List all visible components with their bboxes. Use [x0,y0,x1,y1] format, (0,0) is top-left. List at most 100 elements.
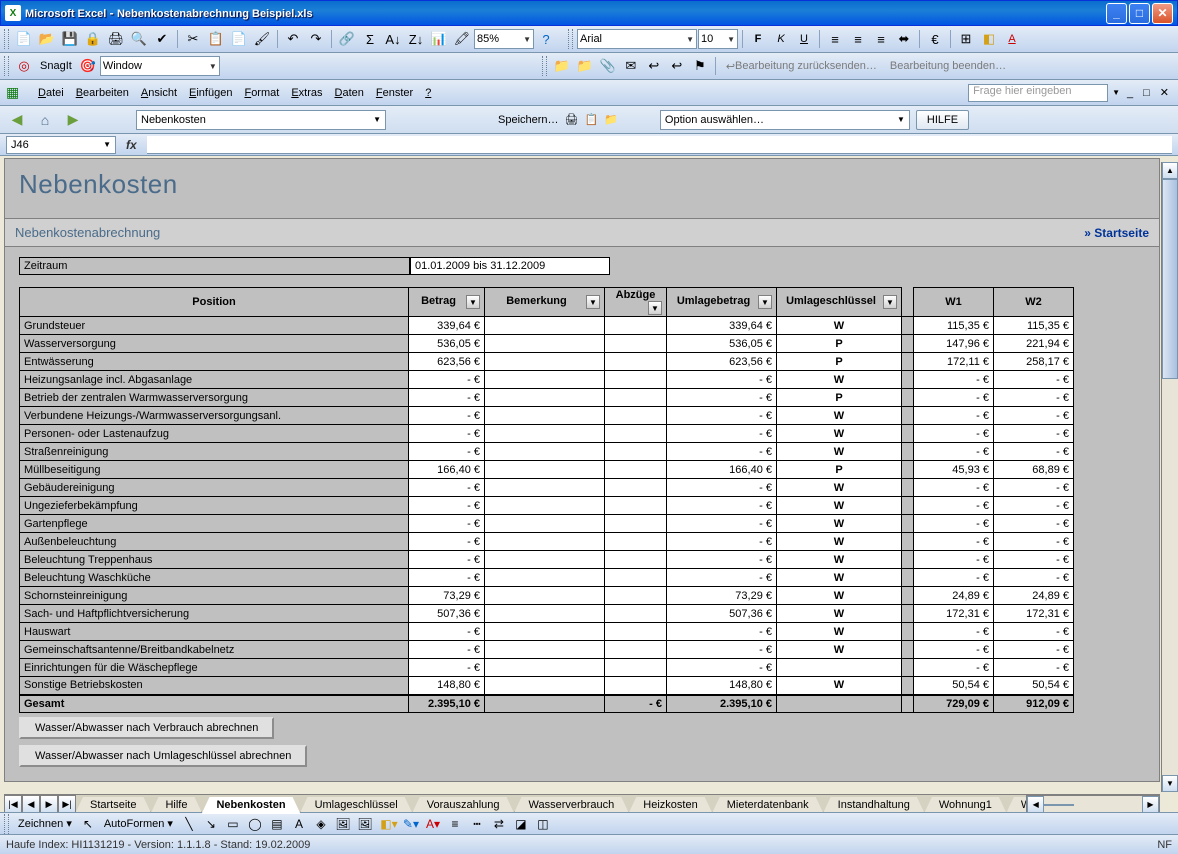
table-row[interactable]: Gartenpflege- €- €W- €- € [20,515,1074,533]
folder2-icon[interactable]: 📁 [574,55,596,77]
sheet-tab[interactable]: Nebenkosten [201,797,300,814]
spell-icon[interactable]: ✔ [151,28,173,50]
table-row[interactable]: Wasserversorgung536,05 €536,05 €P147,96 … [20,335,1074,353]
open-icon[interactable]: 📂 [36,28,58,50]
dashstyle-icon[interactable]: ┅ [467,815,487,833]
menu-format[interactable]: Format [238,85,285,101]
filter-icon[interactable]: ▼ [466,295,480,309]
table-row[interactable]: Außenbeleuchtung- €- €W- €- € [20,533,1074,551]
save-copy-icon[interactable]: 📋 [585,113,599,126]
menu-einfügen[interactable]: Einfügen [183,85,238,101]
table-row[interactable]: Schornsteinreinigung73,29 €73,29 €W24,89… [20,587,1074,605]
hscroll-thumb[interactable] [1044,804,1074,806]
filter-icon[interactable]: ▼ [586,295,600,309]
shadow-icon[interactable]: ◪ [511,815,531,833]
new-icon[interactable]: 📄 [13,28,35,50]
format-painter-icon[interactable]: 🖌 [251,28,273,50]
hscroll-right-icon[interactable]: ▶ [1142,796,1159,813]
table-row[interactable]: Ungezieferbekämpfung- €- €W- €- € [20,497,1074,515]
filter-icon[interactable]: ▼ [883,295,897,309]
menu-fenster[interactable]: Fenster [370,85,419,101]
nav-forward-button[interactable]: ▶ [62,109,84,131]
textbox-icon[interactable]: ▤ [267,815,287,833]
reply-icon[interactable]: ↩ [643,55,665,77]
align-left-icon[interactable]: ≡ [824,28,846,50]
worksheet[interactable]: Nebenkosten Nebenkostenabrechnung Starts… [4,158,1160,782]
undo-icon[interactable]: ↶ [282,28,304,50]
copy-icon[interactable]: 📋 [205,28,227,50]
doc-close-button[interactable]: ✕ [1157,86,1172,99]
wordart-icon[interactable]: A [289,815,309,833]
font-combo[interactable]: Arial▼ [577,29,697,49]
clipart-icon[interactable]: 🖼 [333,815,353,833]
snagit-icon[interactable]: ◎ [13,55,35,77]
paste-icon[interactable]: 📄 [228,28,250,50]
sort-desc-icon[interactable]: Z↓ [405,28,427,50]
menu-extras[interactable]: Extras [285,85,328,101]
select-icon[interactable]: ↖ [78,815,98,833]
fx-icon[interactable]: fx [126,138,137,152]
doc-minimize-button[interactable]: _ [1124,87,1136,99]
font-color-icon[interactable]: A [1001,28,1023,50]
review-end[interactable]: Bearbeitung beenden… [884,56,1012,76]
close-button[interactable]: ✕ [1152,3,1173,24]
col-position[interactable]: Position [20,288,409,317]
zoom-combo[interactable]: 85%▼ [474,29,534,49]
filter-icon[interactable]: ▼ [758,295,772,309]
align-center-icon[interactable]: ≡ [847,28,869,50]
sort-asc-icon[interactable]: A↓ [382,28,404,50]
print-icon[interactable]: 🖨 [105,28,127,50]
rect-icon[interactable]: ▭ [223,815,243,833]
menu-bearbeiten[interactable]: Bearbeiten [70,85,135,101]
bold-icon[interactable]: F [747,28,769,50]
col-umlagebetrag[interactable]: Umlagebetrag▼ [667,288,777,317]
table-row[interactable]: Sach- und Haftpflichtversicherung507,36 … [20,605,1074,623]
menu-ansicht[interactable]: Ansicht [135,85,183,101]
calc-by-key-button[interactable]: Wasser/Abwasser nach Umlageschlüssel abr… [19,745,307,767]
period-value[interactable]: 01.01.2009 bis 31.12.2009 [410,257,610,275]
col-betrag[interactable]: Betrag▼ [409,288,485,317]
fill-color-icon[interactable]: ◧ [978,28,1000,50]
replyall-icon[interactable]: ↩ [666,55,688,77]
drawing-menu[interactable]: Zeichnen ▾ [14,817,76,830]
table-row[interactable]: Beleuchtung Waschküche- €- €W- €- € [20,569,1074,587]
col-umlageschluessel[interactable]: Umlageschlüssel▼ [777,288,902,317]
snagit-target-icon[interactable]: 🎯 [77,55,99,77]
table-row[interactable]: Gebäudereinigung- €- €W- €- € [20,479,1074,497]
table-row[interactable]: Hauswart- €- €W- €- € [20,623,1074,641]
3d-icon[interactable]: ◫ [533,815,553,833]
save-label[interactable]: Speichern… [498,114,559,126]
table-row[interactable]: Müllbeseitigung166,40 €166,40 €P45,93 €6… [20,461,1074,479]
col-w1[interactable]: W1 [914,288,994,317]
table-row[interactable]: Beleuchtung Treppenhaus- €- €W- €- € [20,551,1074,569]
nav-back-button[interactable]: ◀ [6,109,28,131]
redo-icon[interactable]: ↷ [305,28,327,50]
arrowstyle-icon[interactable]: ⇄ [489,815,509,833]
option-combo[interactable]: Option auswählen…▼ [660,110,910,130]
drawing-icon[interactable]: 🖍 [451,28,473,50]
save-folder-icon[interactable]: 📁 [604,113,618,126]
calc-by-consumption-button[interactable]: Wasser/Abwasser nach Verbrauch abrechnen [19,717,274,739]
save-print-icon[interactable]: 🖨 [565,113,579,126]
table-row[interactable]: Personen- oder Lastenaufzug- €- €W- €- € [20,425,1074,443]
table-row[interactable]: Straßenreinigung- €- €W- €- € [20,443,1074,461]
cut-icon[interactable]: ✂ [182,28,204,50]
table-row[interactable]: Verbundene Heizungs-/Warmwasserversorgun… [20,407,1074,425]
arrow-line-icon[interactable]: ↘ [201,815,221,833]
table-row[interactable]: Entwässerung623,56 €623,56 €P172,11 €258… [20,353,1074,371]
table-row[interactable]: Grundsteuer339,64 €339,64 €W115,35 €115,… [20,317,1074,335]
chart-icon[interactable]: 📊 [428,28,450,50]
hscroll-left-icon[interactable]: ◀ [1027,796,1044,813]
col-abzuege[interactable]: Abzüge▼ [605,288,667,317]
section-combo[interactable]: Nebenkosten▼ [136,110,386,130]
diagram-icon[interactable]: ◈ [311,815,331,833]
permission-icon[interactable]: 🔒 [82,28,104,50]
merge-icon[interactable]: ⬌ [893,28,915,50]
underline-icon[interactable]: U [793,28,815,50]
table-row[interactable]: Betrieb der zentralen Warmwasserversorgu… [20,389,1074,407]
linecolor-icon[interactable]: ✎▾ [401,815,421,833]
scroll-up-icon[interactable]: ▲ [1162,162,1178,179]
oval-icon[interactable]: ◯ [245,815,265,833]
borders-icon[interactable]: ⊞ [955,28,977,50]
lineweight-icon[interactable]: ≡ [445,815,465,833]
